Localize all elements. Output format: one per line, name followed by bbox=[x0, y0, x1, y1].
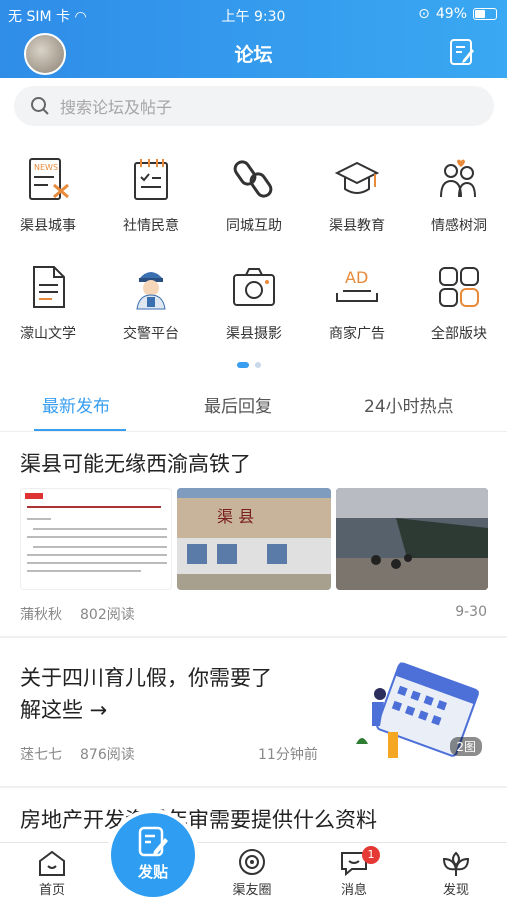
post-author: 蒁七七 bbox=[20, 747, 62, 763]
home-icon bbox=[39, 850, 65, 876]
page-indicator bbox=[237, 362, 261, 368]
post-author: 蒲秋秋 bbox=[20, 607, 62, 623]
compose-icon bbox=[138, 826, 168, 857]
tab-label: 首页 bbox=[38, 883, 65, 898]
station-sign: 渠 县 bbox=[217, 507, 254, 526]
message-badge: 1 bbox=[362, 846, 380, 864]
post-time: 9-30 bbox=[455, 604, 487, 620]
category-label: 商家广告 bbox=[329, 326, 385, 342]
post-button[interactable]: 发贴 bbox=[111, 813, 195, 897]
document-icon bbox=[33, 266, 65, 308]
category-label: 渠县教育 bbox=[329, 218, 385, 234]
search-input[interactable]: 搜索论坛及帖子 bbox=[14, 86, 494, 126]
post-title[interactable]: 渠县可能无缘西渝高铁了 bbox=[20, 448, 251, 480]
category-traffic-police[interactable]: 交警平台 bbox=[101, 263, 201, 343]
category-label: 交警平台 bbox=[123, 326, 179, 342]
category-mutual-help[interactable]: 同城互助 bbox=[204, 155, 304, 235]
compose-icon[interactable] bbox=[449, 38, 475, 66]
people-heart-icon bbox=[440, 159, 476, 198]
police-officer-icon bbox=[136, 272, 166, 310]
status-right: ⊙ 49% bbox=[418, 6, 497, 22]
tab-discover[interactable]: 发现 bbox=[426, 849, 486, 898]
post-image-document[interactable] bbox=[20, 488, 172, 590]
divider bbox=[0, 636, 507, 638]
category-label: 同城互助 bbox=[226, 218, 282, 234]
category-public-opinion[interactable]: 社情民意 bbox=[101, 155, 201, 235]
divider bbox=[0, 786, 507, 788]
post-title[interactable]: 房地产开发资质年审需要提供什么资料 bbox=[20, 804, 377, 836]
news-icon: NEWS bbox=[29, 158, 69, 200]
post-image-train[interactable] bbox=[336, 488, 488, 590]
page-title: 论坛 bbox=[234, 44, 273, 66]
category-education[interactable]: 渠县教育 bbox=[307, 155, 407, 235]
lock-rotation-icon: ⊙ bbox=[418, 6, 430, 22]
post-title-line[interactable]: 关于四川育儿假，你需要了 bbox=[20, 662, 272, 694]
tab-indicator bbox=[34, 429, 126, 431]
app-header: 无 SIM 卡 ◠ 上午 9:30 ⊙ 49% 论坛 bbox=[0, 0, 507, 78]
camera-icon bbox=[233, 268, 275, 306]
tab-circle[interactable]: 渠友圈 bbox=[222, 849, 282, 898]
battery-icon bbox=[473, 8, 497, 20]
search-icon bbox=[31, 97, 49, 115]
tab-hot-24h[interactable]: 24小时热点 bbox=[364, 392, 454, 417]
grid-icon bbox=[439, 267, 479, 307]
search-placeholder: 搜索论坛及帖子 bbox=[60, 98, 173, 117]
post-button-label: 发贴 bbox=[137, 863, 168, 881]
tab-last-reply[interactable]: 最后回复 bbox=[204, 392, 272, 417]
tab-home[interactable]: 首页 bbox=[22, 849, 82, 898]
post-reads: 802阅读 bbox=[80, 607, 135, 623]
tab-label: 发现 bbox=[442, 883, 469, 898]
notepad-icon bbox=[134, 159, 168, 200]
category-label: 渠县城事 bbox=[20, 218, 76, 234]
category-literature[interactable]: 濛山文学 bbox=[0, 263, 98, 343]
battery-percent: 49% bbox=[435, 6, 467, 22]
post-image-station[interactable]: 渠 县 bbox=[177, 488, 331, 590]
flower-icon bbox=[442, 851, 470, 876]
category-label: 情感树洞 bbox=[431, 218, 487, 234]
tab-label: 消息 bbox=[340, 883, 367, 898]
feed-tabs: 最新发布 最后回复 24小时热点 bbox=[0, 382, 507, 432]
chain-link-icon bbox=[233, 160, 273, 198]
post-reads: 876阅读 bbox=[80, 747, 135, 763]
category-all[interactable]: 全部版块 bbox=[409, 263, 507, 343]
category-label: 濛山文学 bbox=[20, 326, 76, 342]
bottom-tab-bar: 首页 渠友圈 消息 发现 bbox=[0, 842, 507, 900]
post-title-line[interactable]: 解这些 → bbox=[20, 694, 107, 726]
ad-icon: AD bbox=[336, 268, 378, 302]
category-photography[interactable]: 渠县摄影 bbox=[204, 263, 304, 343]
graduation-cap-icon bbox=[334, 161, 380, 194]
post-image-calendar[interactable]: 2图 bbox=[336, 658, 488, 762]
image-count-badge: 2图 bbox=[450, 737, 482, 756]
category-label: 社情民意 bbox=[123, 218, 179, 234]
svg-text:NEWS: NEWS bbox=[34, 163, 58, 172]
category-label: 全部版块 bbox=[431, 326, 487, 342]
tab-label: 渠友圈 bbox=[232, 883, 272, 898]
svg-text:AD: AD bbox=[345, 268, 368, 287]
page-dot bbox=[255, 362, 261, 368]
category-emotion[interactable]: 情感树洞 bbox=[409, 155, 507, 235]
status-bar: 无 SIM 卡 ◠ 上午 9:30 ⊙ 49% bbox=[0, 0, 507, 28]
post-time: 11分钟前 bbox=[258, 747, 318, 763]
tab-latest[interactable]: 最新发布 bbox=[42, 392, 110, 417]
page-dot-active bbox=[237, 362, 249, 368]
category-ads[interactable]: AD 商家广告 bbox=[307, 263, 407, 343]
category-news[interactable]: NEWS 渠县城事 bbox=[0, 155, 98, 235]
category-label: 渠县摄影 bbox=[226, 326, 282, 342]
broadcast-icon bbox=[239, 849, 265, 875]
